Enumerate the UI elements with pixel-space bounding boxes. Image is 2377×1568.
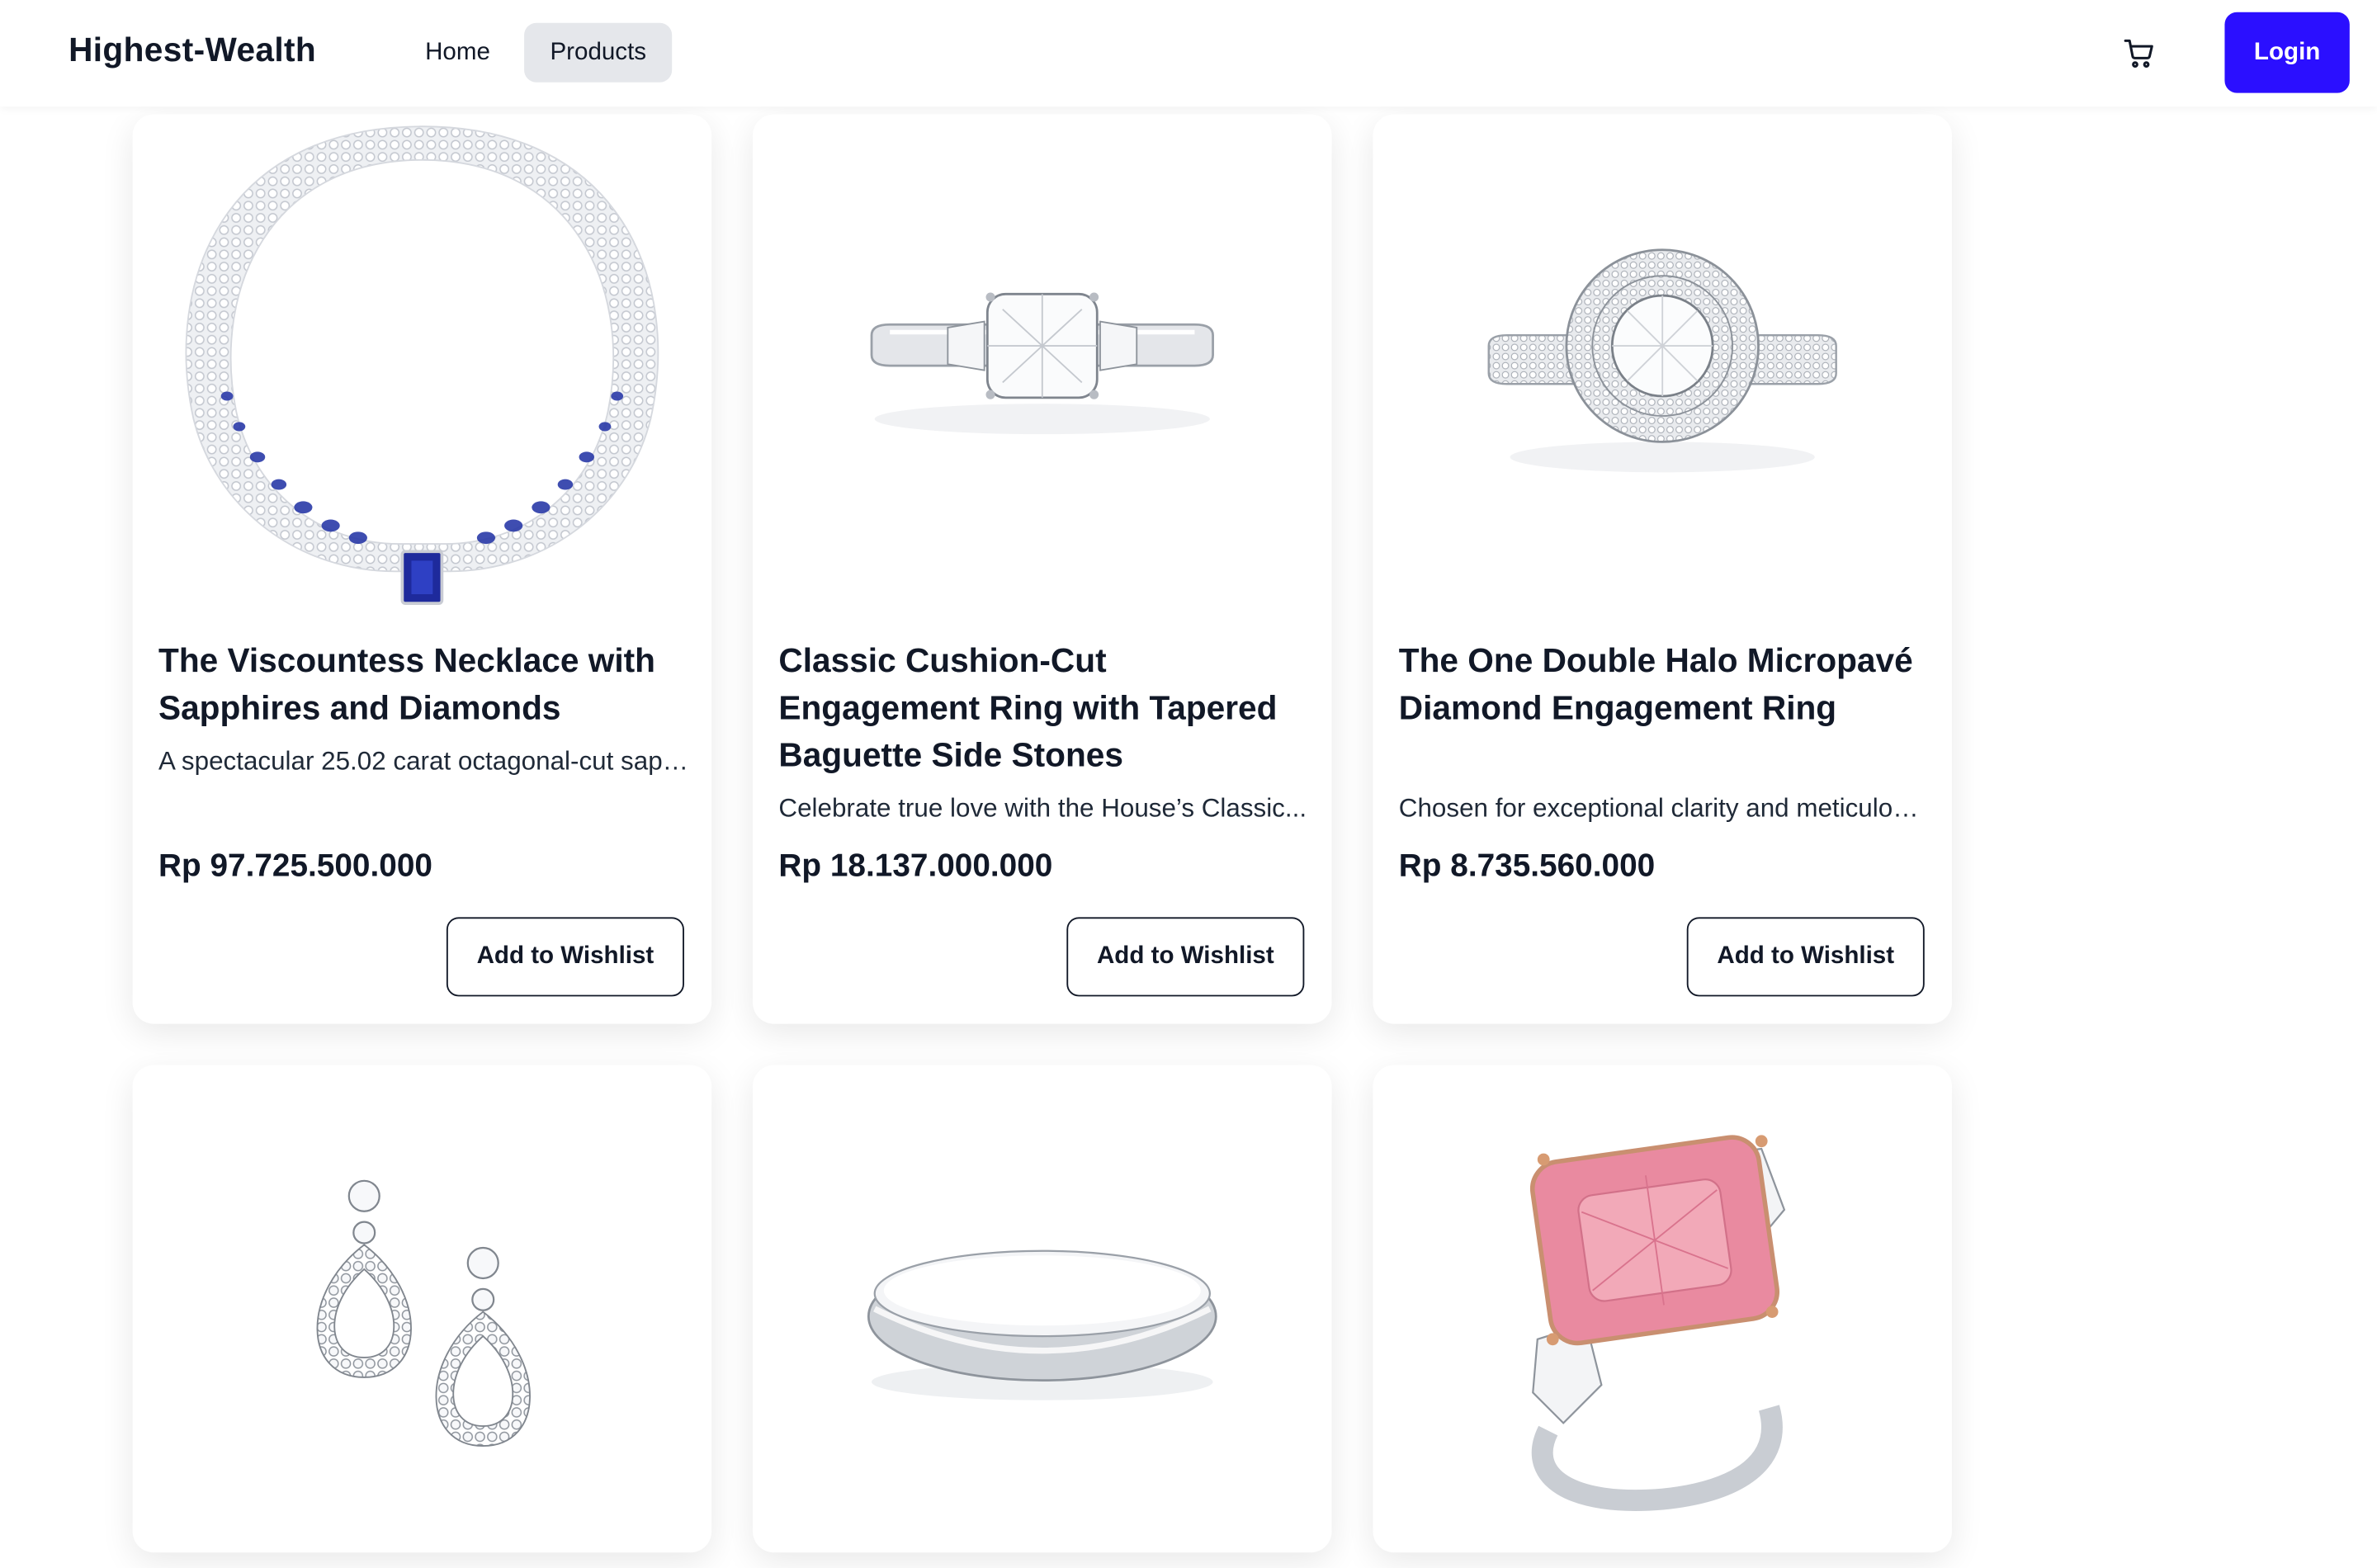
product-image[interactable] (753, 114, 1332, 616)
product-title[interactable]: The Viscountess Necklace with Sapphires … (158, 637, 688, 731)
double-halo-ring-image (1487, 248, 1837, 473)
add-to-wishlist-button[interactable]: Add to Wishlist (446, 917, 684, 997)
product-description: Celebrate true love with the House’s Cla… (778, 793, 1307, 823)
cart-icon[interactable] (2123, 36, 2157, 70)
product-image[interactable] (1373, 1065, 1952, 1567)
product-price: Rp 8.735.560.000 (1398, 848, 1656, 884)
page: Highest-Wealth Home Products Login The V… (0, 0, 2377, 1553)
top-navbar: Highest-Wealth Home Products Login (0, 0, 2377, 107)
product-card[interactable]: The Viscountess Necklace with Sapphires … (132, 114, 712, 1024)
wedding-band-image (867, 1249, 1217, 1400)
diamond-earrings-image (316, 1179, 531, 1447)
product-price: Rp 97.725.500.000 (158, 848, 432, 884)
brand-logo[interactable]: Highest-Wealth (69, 31, 316, 70)
product-card[interactable] (132, 1065, 712, 1553)
product-title[interactable]: Classic Cushion-Cut Engagement Ring with… (778, 637, 1308, 779)
product-price: Rp 18.137.000.000 (778, 848, 1053, 884)
add-to-wishlist-button[interactable]: Add to Wishlist (1066, 917, 1305, 997)
product-image[interactable] (1373, 114, 1952, 616)
product-card[interactable] (753, 1065, 1332, 1553)
login-button[interactable]: Login (2224, 12, 2350, 93)
product-image[interactable] (753, 1065, 1332, 1567)
nav-home[interactable]: Home (399, 23, 517, 83)
add-to-wishlist-button[interactable]: Add to Wishlist (1686, 917, 1925, 997)
nav-products[interactable]: Products (524, 22, 673, 83)
product-description: A spectacular 25.02 carat octagonal-cut … (158, 746, 689, 776)
product-card[interactable]: The One Double Halo Micropavé Diamond En… (1373, 114, 1952, 1024)
sapphire-necklace-image (185, 125, 659, 605)
product-description: Chosen for exceptional clarity and metic… (1398, 793, 1930, 823)
product-image[interactable] (133, 114, 712, 616)
product-title[interactable]: The One Double Halo Micropavé Diamond En… (1399, 637, 1929, 731)
cushion-cut-ring-image (870, 292, 1214, 435)
pink-diamond-ring-image (1529, 1135, 1786, 1511)
product-image[interactable] (133, 1065, 712, 1567)
product-card[interactable]: Classic Cushion-Cut Engagement Ring with… (753, 114, 1332, 1024)
product-card[interactable] (1373, 1065, 1952, 1553)
